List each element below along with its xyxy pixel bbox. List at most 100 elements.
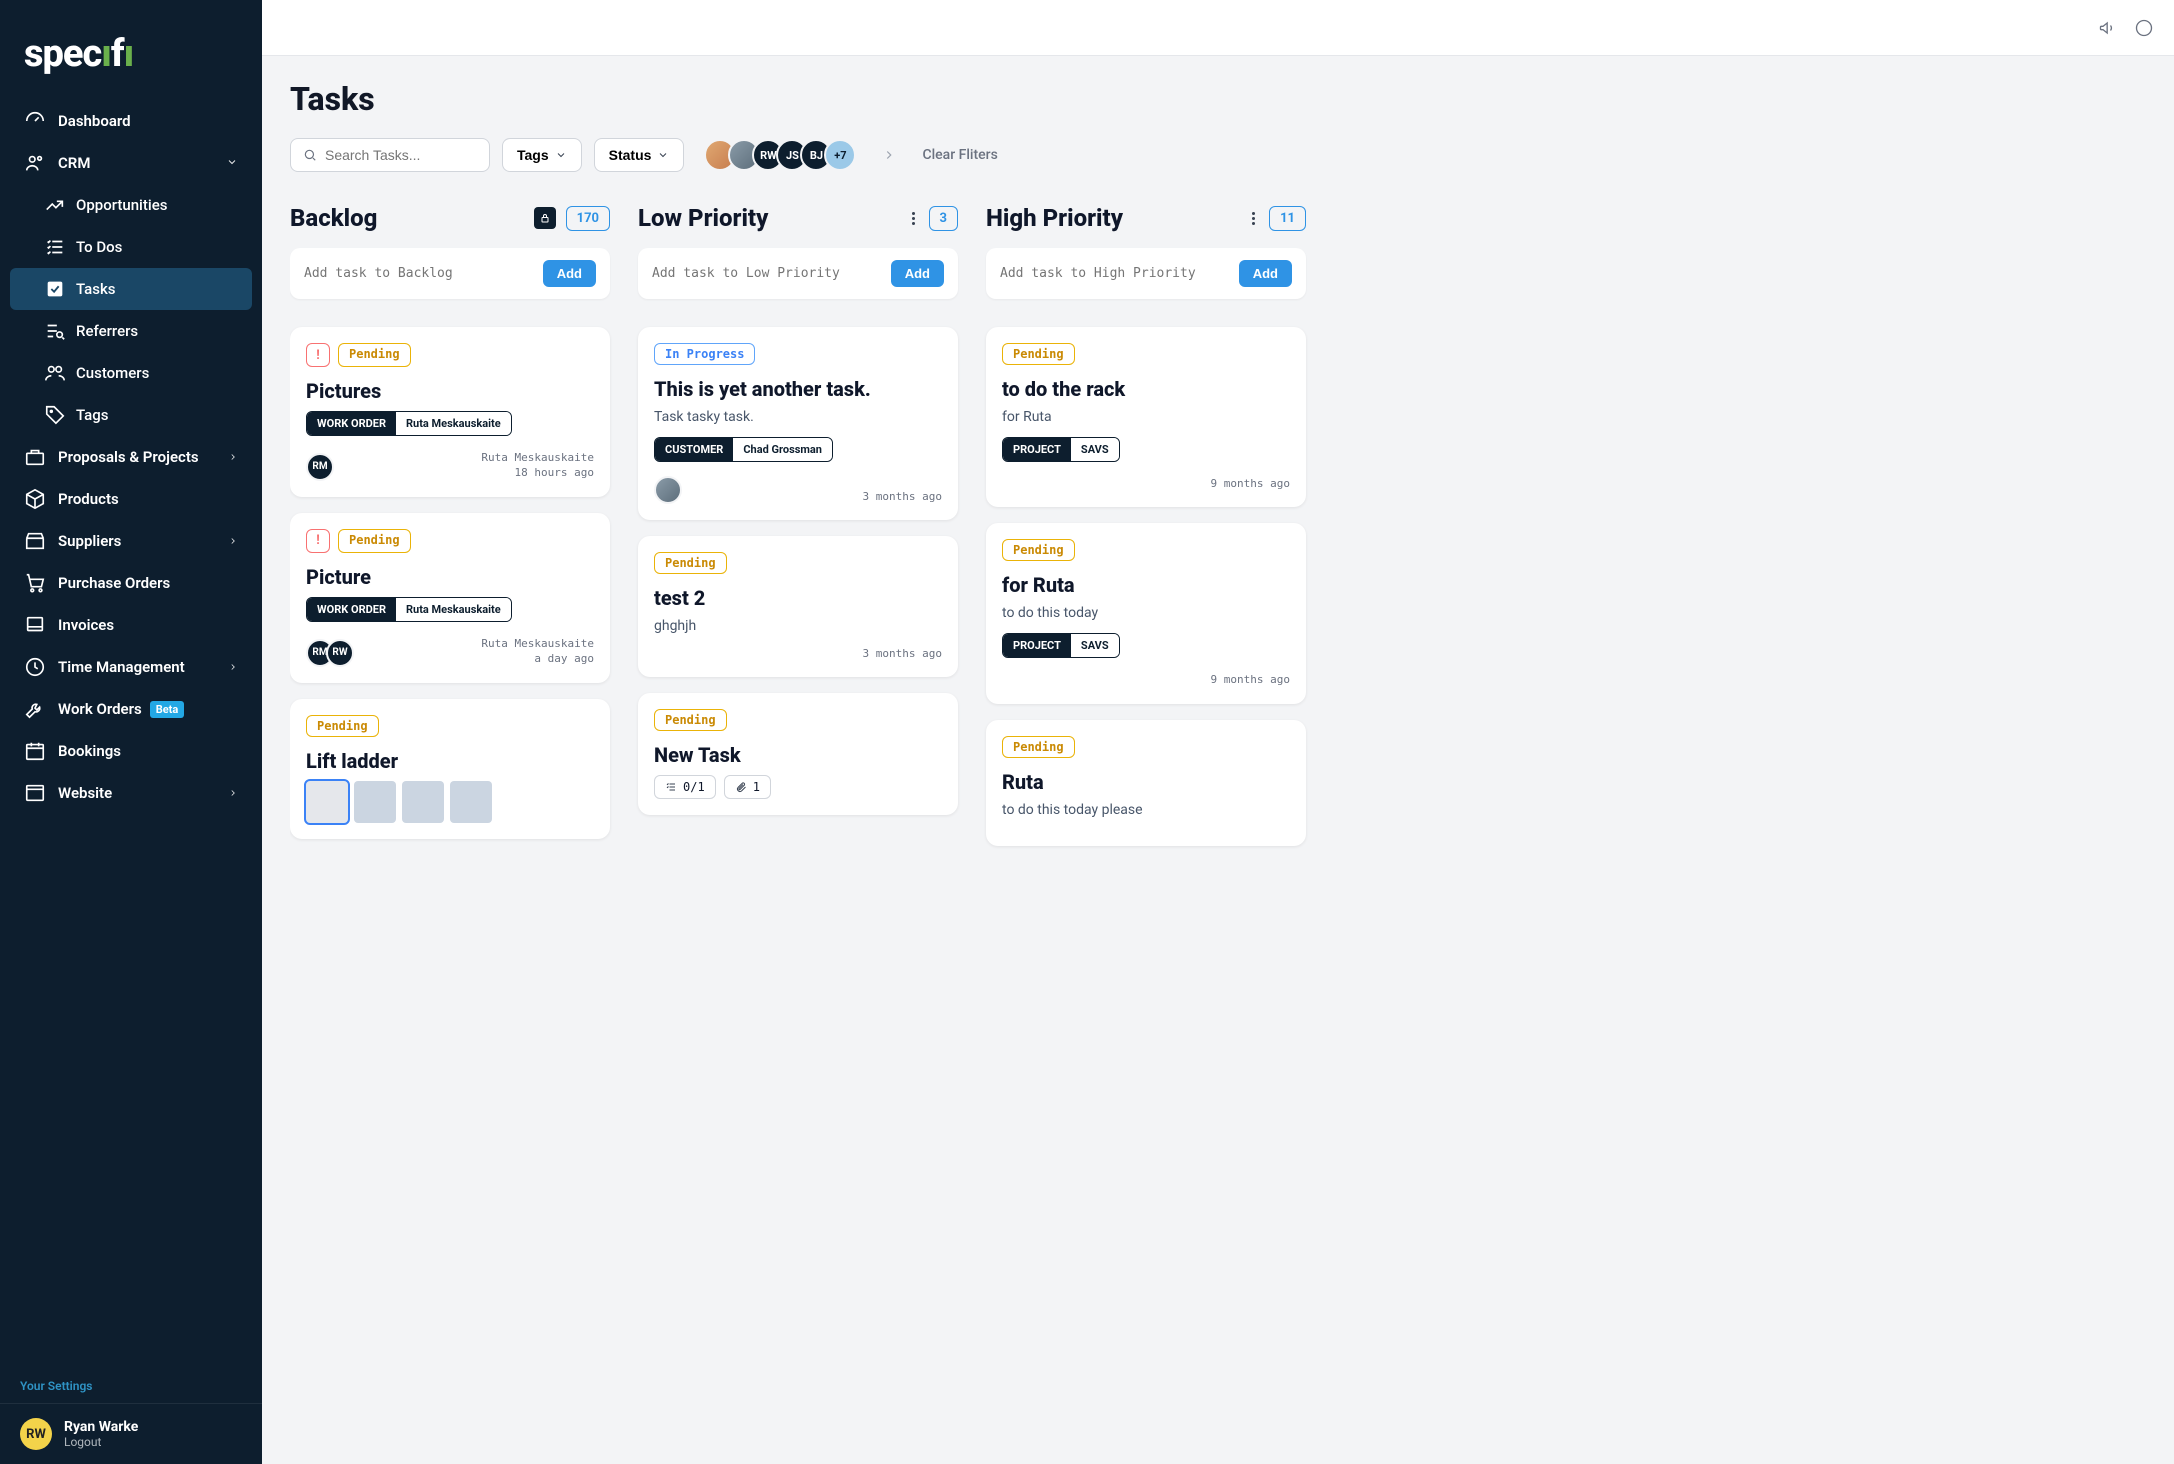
add-task-input[interactable] [652, 266, 891, 281]
task-card[interactable]: !PendingPictureWORK ORDERRuta Meskauskai… [290, 513, 610, 683]
card-desc: to do this today [1002, 605, 1290, 621]
add-task-input[interactable] [1000, 266, 1239, 281]
calendar-icon [24, 740, 46, 762]
nav-dashboard[interactable]: Dashboard [10, 100, 252, 142]
nav-crm[interactable]: CRM [10, 142, 252, 184]
lock-icon [534, 207, 556, 229]
task-card[interactable]: !PendingPicturesWORK ORDERRuta Meskauska… [290, 327, 610, 497]
status-filter[interactable]: Status [594, 138, 685, 172]
card-tag: WORK ORDERRuta Meskauskaite [306, 411, 512, 436]
card-tag: CUSTOMERChad Grossman [654, 437, 833, 462]
avatar[interactable]: RW [326, 639, 354, 667]
nav-suppliers[interactable]: Suppliers [10, 520, 252, 562]
thumbnail[interactable] [306, 781, 348, 823]
attachment-chip: 1 [724, 775, 771, 799]
nav-bookings[interactable]: Bookings [10, 730, 252, 772]
nav-proposals[interactable]: Proposals & Projects [10, 436, 252, 478]
add-task-input[interactable] [304, 266, 543, 281]
status-badge: In Progress [654, 343, 755, 365]
checklist-chip: 0/1 [654, 775, 716, 799]
card-tag: PROJECTSAVS [1002, 437, 1120, 462]
avatar[interactable]: RM [306, 453, 334, 481]
people-icon [44, 362, 66, 384]
nav-opportunities[interactable]: Opportunities [10, 184, 252, 226]
add-button[interactable]: Add [543, 260, 596, 287]
task-card[interactable]: Pendingfor Rutato do this todayPROJECTSA… [986, 523, 1306, 703]
status-badge: Pending [1002, 343, 1075, 365]
column-title: Backlog [290, 204, 377, 232]
tags-filter[interactable]: Tags [502, 138, 582, 172]
nav-label: Bookings [58, 742, 121, 760]
nav-todos[interactable]: To Dos [10, 226, 252, 268]
add-button[interactable]: Add [891, 260, 944, 287]
status-badge: Pending [1002, 736, 1075, 758]
avatar[interactable] [654, 476, 682, 504]
user-name: Ryan Warke [64, 1419, 138, 1435]
nav-tags[interactable]: Tags [10, 394, 252, 436]
status-badge: Pending [654, 709, 727, 731]
column-menu[interactable] [1248, 208, 1259, 229]
main-area: Tasks Tags Status RW JS [262, 0, 2174, 1464]
logout-link[interactable]: Logout [64, 1435, 138, 1449]
task-card[interactable]: PendingNew Task0/11 [638, 693, 958, 815]
chevron-right-icon [228, 658, 238, 676]
nav-label: To Dos [76, 238, 122, 256]
search-box[interactable] [290, 138, 490, 172]
toolbar: Tags Status RW JS BJ +7 Clear Fliters [290, 138, 2146, 172]
avatar-stack[interactable]: RW JS BJ +7 [704, 139, 856, 171]
task-card[interactable]: In ProgressThis is yet another task.Task… [638, 327, 958, 520]
card-title: for Ruta [1002, 573, 1290, 597]
nav-label: CRM [58, 154, 90, 172]
card-tag: WORK ORDERRuta Meskauskaite [306, 597, 512, 622]
task-card[interactable]: Pendingtest 2ghghjh3 months ago [638, 536, 958, 677]
nav-label: Tags [76, 406, 108, 424]
nav-work-orders[interactable]: Work Orders Beta [10, 688, 252, 730]
nav-label: Purchase Orders [58, 574, 170, 592]
card-title: test 2 [654, 586, 942, 610]
search-input[interactable] [325, 147, 477, 163]
nav-purchase-orders[interactable]: Purchase Orders [10, 562, 252, 604]
task-card[interactable]: PendingRutato do this today please [986, 720, 1306, 846]
thumbnail[interactable] [402, 781, 444, 823]
nav-customers[interactable]: Customers [10, 352, 252, 394]
chevron-right-icon [228, 448, 238, 466]
task-card[interactable]: Pendingto do the rackfor RutaPROJECTSAVS… [986, 327, 1306, 507]
beta-badge: Beta [150, 701, 185, 718]
card-tag: PROJECTSAVS [1002, 633, 1120, 658]
column-high: High Priority11AddPendingto do the rackf… [986, 204, 1306, 862]
nav-referrers[interactable]: Referrers [10, 310, 252, 352]
clear-filters[interactable]: Clear Fliters [922, 147, 997, 163]
card-meta: 9 months ago [1211, 672, 1290, 687]
nav-website[interactable]: Website [10, 772, 252, 814]
nav-label: Products [58, 490, 119, 508]
thumbnail[interactable] [354, 781, 396, 823]
chevron-down-icon [657, 149, 669, 161]
card-title: Ruta [1002, 770, 1290, 794]
trend-icon [44, 194, 66, 216]
kanban-board: Backlog170Add!PendingPicturesWORK ORDERR… [290, 204, 2146, 862]
megaphone-icon[interactable] [2098, 18, 2118, 38]
assignees [654, 476, 682, 504]
thumbnail[interactable] [450, 781, 492, 823]
task-card[interactable]: PendingLift ladder [290, 699, 610, 839]
chat-icon[interactable] [2134, 18, 2154, 38]
card-desc: Task tasky task. [654, 409, 942, 425]
add-button[interactable]: Add [1239, 260, 1292, 287]
settings-link[interactable]: Your Settings [0, 1369, 262, 1403]
chevron-right-icon[interactable] [882, 148, 896, 162]
box-icon [24, 488, 46, 510]
avatar-overflow[interactable]: +7 [824, 139, 856, 171]
card-meta: Ruta Meskauskaite18 hours ago [481, 450, 594, 481]
nav-label: Opportunities [76, 196, 167, 214]
column-menu[interactable] [908, 208, 919, 229]
nav-invoices[interactable]: Invoices [10, 604, 252, 646]
browser-icon [24, 782, 46, 804]
user-avatar[interactable]: RW [20, 1418, 52, 1450]
receipt-icon [24, 614, 46, 636]
nav-products[interactable]: Products [10, 478, 252, 520]
nav-time-management[interactable]: Time Management [10, 646, 252, 688]
nav-tasks[interactable]: Tasks [10, 268, 252, 310]
add-task-row: Add [638, 248, 958, 299]
clock-icon [24, 656, 46, 678]
nav-label: Referrers [76, 322, 138, 340]
